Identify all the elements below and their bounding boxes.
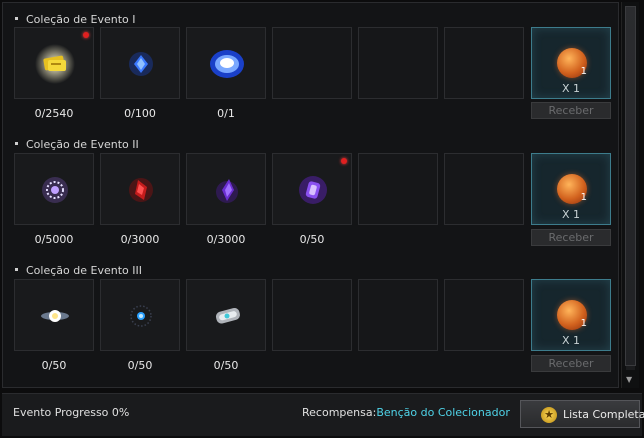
collection-slot[interactable] [272,153,352,225]
section-title: Coleção de Evento III [15,264,142,277]
section-title: Coleção de Evento I [15,13,135,26]
empty-slot [358,279,438,351]
reward-quantity: 1 [580,66,587,77]
reward-quantity: 1 [580,192,587,203]
reward-multiplier: X 1 [561,334,581,347]
reward-name-link[interactable]: Benção do Colecionador [376,406,510,419]
empty-slot [272,27,352,99]
blue-crystal-icon [129,52,153,76]
collection-slot[interactable] [100,153,180,225]
reward-slot[interactable]: 1 X 1 [531,153,611,225]
scroll-down-icon[interactable]: ▼ [626,375,632,384]
collection-panel: Coleção de Evento I 0/2540 0/100 0/1 1 X… [2,2,619,388]
event-progress: Evento Progresso 0% [13,406,130,419]
collection-slot[interactable] [14,27,94,99]
light-orb-icon [41,310,69,322]
collection-slot[interactable] [186,27,266,99]
full-list-button[interactable]: ★ Lista Completa [520,400,644,428]
blue-orb-icon [210,50,244,78]
empty-slot [444,27,524,99]
receive-button[interactable]: Receber [531,102,611,119]
footer-bar: Evento Progresso 0% Recompensa:Benção do… [2,393,644,436]
scrollbar[interactable]: ▼ [621,2,639,388]
full-list-label: Lista Completa [563,408,644,421]
bullet-icon [15,268,18,271]
section-title: Coleção de Evento II [15,138,139,151]
gold-ticket-icon [35,44,75,84]
item-count: 0/50 [299,233,325,246]
red-shard-icon [129,178,153,202]
item-count: 0/3000 [120,233,160,246]
reward-prefix: Recompensa: [302,406,377,419]
silver-bracelet-icon [215,307,240,324]
section-title-text: Coleção de Evento III [26,264,142,277]
reward-info: Recompensa:Benção do Colecionador [302,406,510,419]
empty-slot [272,279,352,351]
item-count: 0/50 [127,359,153,372]
star-icon: ★ [541,407,557,423]
section-title-text: Coleção de Evento I [26,13,136,26]
scrollbar-thumb[interactable] [625,6,636,366]
item-count: 0/5000 [34,233,74,246]
empty-slot [444,279,524,351]
item-count: 0/3000 [206,233,246,246]
silver-emblem-icon [42,177,68,203]
item-count: 0/100 [124,107,156,120]
purple-shard-icon [216,179,238,203]
item-count: 0/2540 [34,107,74,120]
purple-gem-icon [299,176,327,204]
collection-slot[interactable] [100,27,180,99]
collection-slot[interactable] [100,279,180,351]
notification-dot [83,32,89,38]
reward-slot[interactable]: 1 X 1 [531,279,611,351]
bullet-icon [15,17,18,20]
collection-slot[interactable] [14,279,94,351]
reward-quantity: 1 [580,318,587,329]
receive-button[interactable]: Receber [531,229,611,246]
collection-slot[interactable] [186,153,266,225]
notification-dot [341,158,347,164]
blue-amulet-icon [130,305,152,327]
bullet-icon [15,142,18,145]
receive-button[interactable]: Receber [531,355,611,372]
section-title-text: Coleção de Evento II [26,138,139,151]
reward-multiplier: X 1 [561,208,581,221]
collection-slot[interactable] [186,279,266,351]
collection-slot[interactable] [14,153,94,225]
empty-slot [358,153,438,225]
item-count: 0/1 [217,107,235,120]
reward-slot[interactable]: 1 X 1 [531,27,611,99]
item-count: 0/50 [41,359,67,372]
reward-multiplier: X 1 [561,82,581,95]
collection-window: Coleção de Evento I 0/2540 0/100 0/1 1 X… [0,0,644,438]
item-count: 0/50 [213,359,239,372]
empty-slot [444,153,524,225]
empty-slot [358,27,438,99]
